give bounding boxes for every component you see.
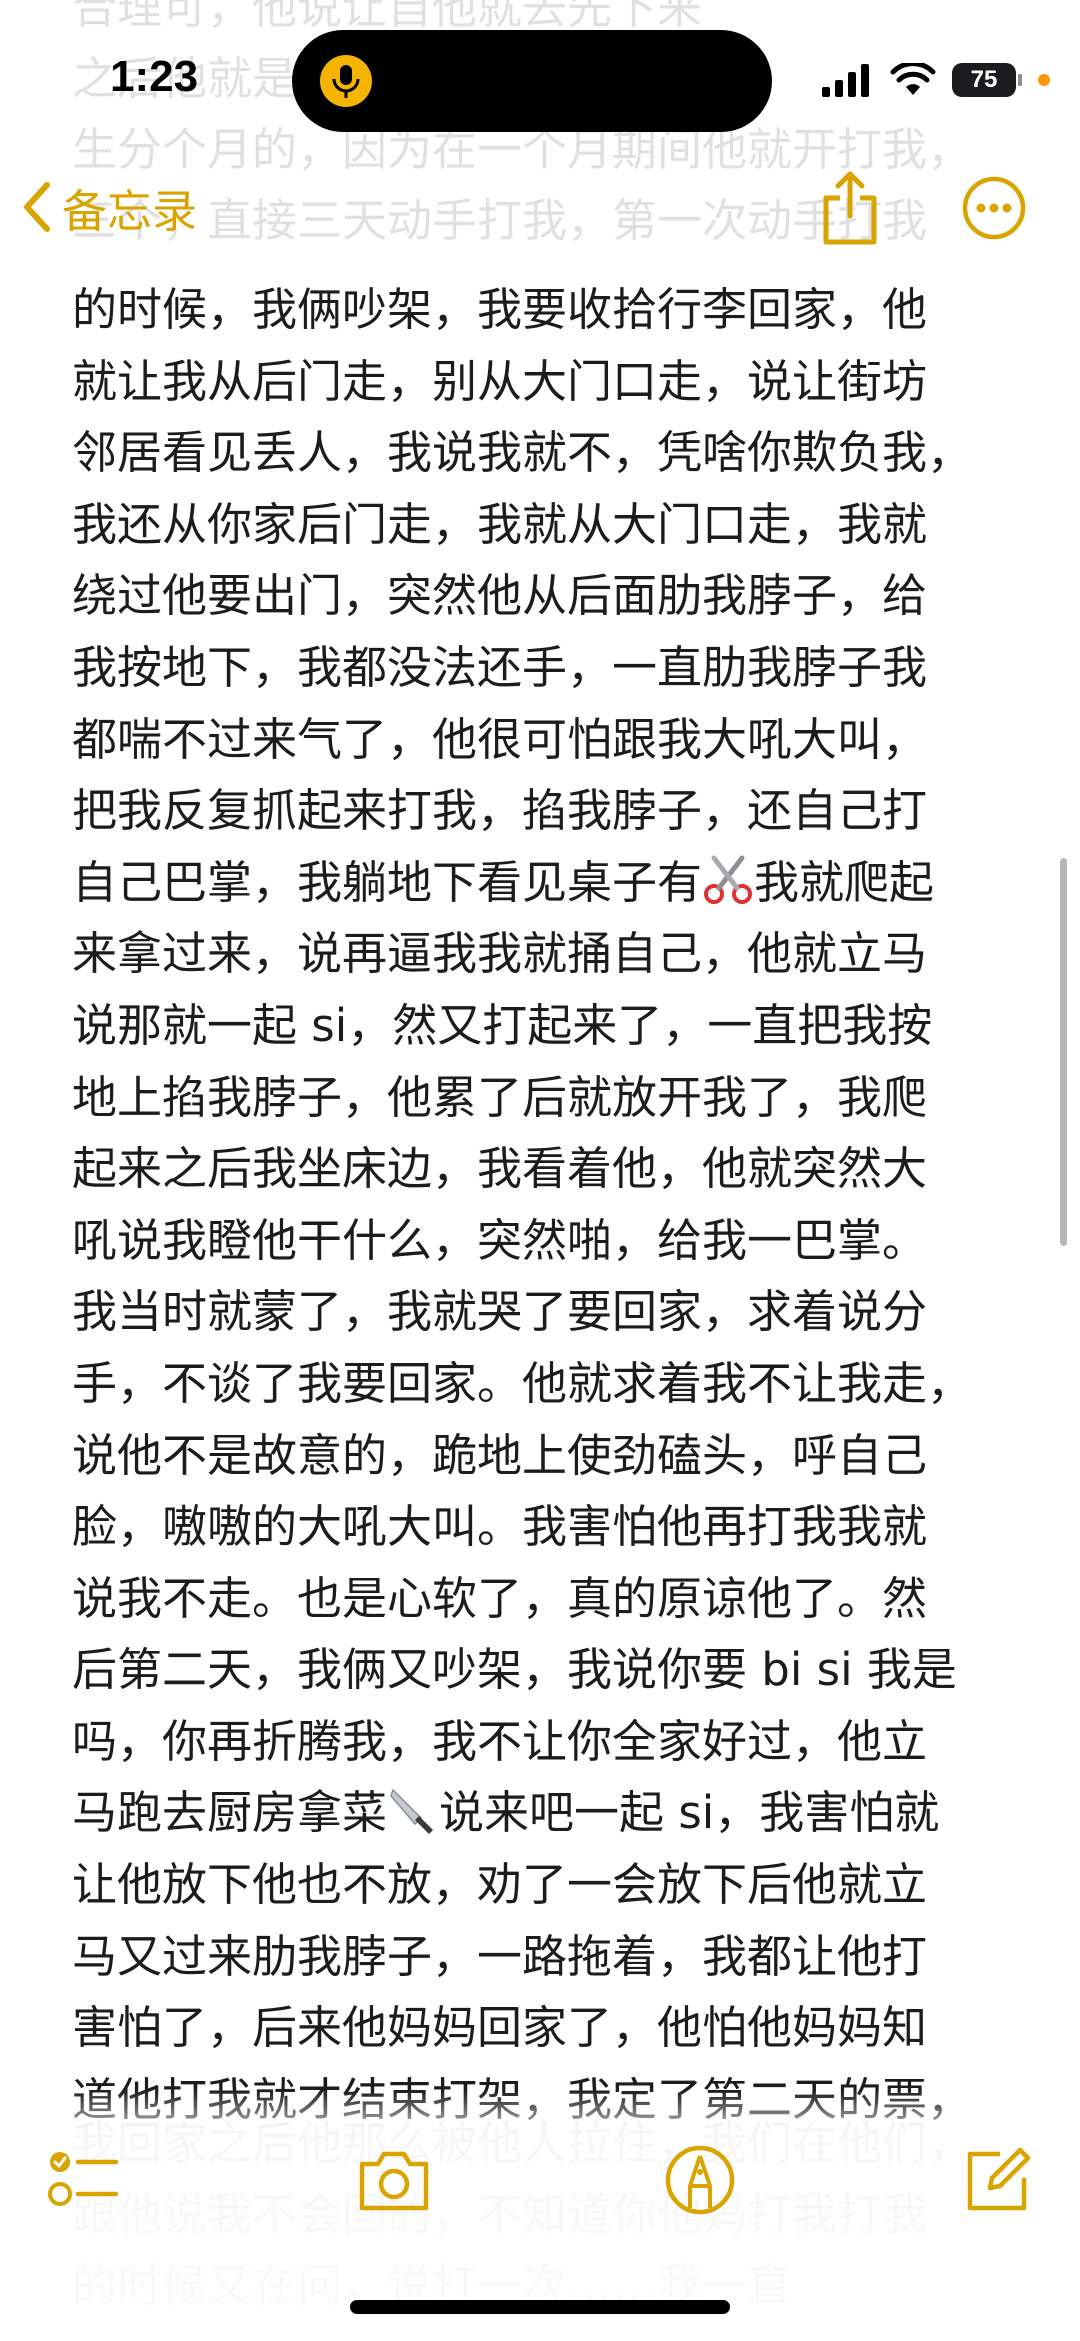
scroll-indicator[interactable] [1060, 858, 1067, 1246]
more-options-icon[interactable] [962, 176, 1026, 240]
note-line-text: 让他放下他也不放，劝了一会放下后他就立 [72, 1858, 928, 1912]
privacy-indicator-dot [1038, 74, 1050, 86]
note-line: 让他放下他也不放，劝了一会放下后他就立 [72, 1849, 1012, 1921]
note-line: 邻居看见丢人，我说我就不，凭啥你欺负我， [72, 417, 1012, 489]
note-line-text: 害怕了，后来他妈妈回家了，他怕他妈妈知 [72, 2001, 928, 2055]
note-line-text: 吼说我瞪他干什么，突然啪，给我一巴掌。 [72, 1213, 928, 1267]
note-line: 吼说我瞪他干什么，突然啪，给我一巴掌。 [72, 1205, 1012, 1277]
home-indicator[interactable] [350, 2300, 730, 2314]
note-line: 我按地下，我都没法还手，一直肋我脖子我 [72, 632, 1012, 704]
status-time: 1:23 [110, 52, 199, 101]
note-line-text: 都喘不过来气了，他很可怕跟我大吼大叫， [72, 712, 928, 766]
cellular-signal-icon [822, 64, 869, 97]
status-indicators: 75 [822, 58, 1050, 102]
note-line: 我当时就蒙了，我就哭了要回家，求着说分 [72, 1276, 1012, 1348]
compose-icon[interactable] [960, 2142, 1036, 2218]
note-line-text: 说我不走。也是心软了，真的原谅他了。然 [72, 1571, 928, 1625]
note-line-text: 马又过来肋我脖子，一路拖着，我都让他打 [72, 1929, 928, 1983]
note-line-text: 脸，嗷嗷的大吼大叫。我害怕他再打我我就 [72, 1500, 928, 1554]
note-line-text: 就让我从后门走，别从大门口走，说让街坊 [72, 354, 928, 408]
battery-indicator: 75 [952, 63, 1016, 97]
note-line-text: 来拿过来，说再逼我我就捅自己，他就立马 [72, 927, 928, 981]
back-label: 备忘录 [62, 184, 198, 238]
note-line-text: 手，不谈了我要回家。他就求着我不让我走， [72, 1356, 973, 1410]
note-line-text: 起来之后我坐床边，我看着他，他就突然大 [72, 1142, 928, 1196]
note-line-text: 的时候，我俩吵架，我要收拾行李回家，他 [72, 283, 928, 336]
markup-pen-icon[interactable] [662, 2142, 738, 2218]
note-line: 手，不谈了我要回家。他就求着我不让我走， [72, 1348, 1012, 1420]
back-button[interactable]: 备忘录 [22, 172, 197, 242]
note-line-text: 自己巴掌，我躺地下看见桌子有 [72, 855, 703, 909]
note-line-text: 我按地下，我都没法还手，一直肋我脖子我 [72, 640, 928, 694]
checklist-icon[interactable] [46, 2142, 122, 2218]
battery-percentage: 75 [970, 66, 998, 93]
note-line: 来拿过来，说再逼我我就捅自己，他就立马 [72, 918, 1012, 990]
note-line-text: 说来吧一起 si，我害怕就 [439, 1786, 940, 1840]
note-body[interactable]: 的时候，我俩吵架，我要收拾行李回家，他 就让我从后门走，别从大门口走，说让街坊 邻居… [72, 274, 1012, 2135]
note-line: 说他不是故意的，跪地上使劲磕头，呼自己 [72, 1420, 1012, 1492]
note-line-text: 邻居看见丢人，我说我就不，凭啥你欺负我， [72, 426, 973, 480]
note-line: 起来之后我坐床边，我看着他，他就突然大 [72, 1133, 1012, 1205]
note-line: 马跑去厨房拿菜 说来吧一起 si，我害怕就 [72, 1777, 1012, 1849]
battery-nub [1018, 74, 1022, 86]
note-line: 绕过他要出门，突然他从后面肋我脖子，给 [72, 560, 1012, 632]
chevron-left-icon [24, 182, 50, 232]
share-icon[interactable] [818, 170, 882, 246]
note-line: 害怕了，后来他妈妈回家了，他怕他妈妈知 [72, 1992, 1012, 2064]
wifi-icon [890, 63, 936, 95]
note-line: 地上掐我脖子，他累了后就放开我了，我爬 [72, 1062, 1012, 1134]
camera-icon[interactable] [356, 2142, 432, 2218]
note-line-text: 绕过他要出门，突然他从后面肋我脖子，给 [72, 569, 928, 623]
note-line: 说那就一起 si，然又打起来了，一直把我按 [72, 990, 1012, 1062]
dynamic-island [292, 30, 772, 132]
scissors-emoji-icon [704, 855, 753, 904]
note-line: 我还从你家后门走，我就从大门口走，我就 [72, 489, 1012, 561]
note-line: 后第二天，我俩又吵架，我说你要 bi si 我是 [72, 1634, 1012, 1706]
note-line-text: 后第二天，我俩又吵架，我说你要 bi si 我是 [72, 1643, 957, 1697]
note-line-text: 我就爬起 [754, 855, 935, 909]
note-line: 都喘不过来气了，他很可怕跟我大吼大叫， [72, 704, 1012, 776]
microphone-icon [320, 55, 372, 107]
note-line: 吗，你再折腾我，我不让你全家好过，他立 [72, 1706, 1012, 1778]
note-line-text: 地上掐我脖子，他累了后就放开我了，我爬 [72, 1070, 928, 1124]
note-line-text: 把我反复抓起来打我，掐我脖子，还自己打 [72, 784, 928, 838]
kitchen-knife-emoji-icon [390, 1789, 434, 1835]
note-line: 脸，嗷嗷的大吼大叫。我害怕他再打我我就 [72, 1491, 1012, 1563]
note-line: 马又过来肋我脖子，一路拖着，我都让他打 [72, 1921, 1012, 1993]
note-line-text: 我还从你家后门走，我就从大门口走，我就 [72, 497, 928, 551]
note-line: 就让我从后门走，别从大门口走，说让街坊 [72, 346, 1012, 418]
note-line: 说我不走。也是心软了，真的原谅他了。然 [72, 1563, 1012, 1635]
note-line: 的时候，我俩吵架，我要收拾行李回家，他 [72, 274, 1012, 346]
note-line-text: 说他不是故意的，跪地上使劲磕头，呼自己 [72, 1428, 928, 1482]
note-line-text: 马跑去厨房拿菜 [72, 1786, 388, 1840]
note-line-text: 吗，你再折腾我，我不让你全家好过，他立 [72, 1714, 928, 1768]
note-line-text: 说那就一起 si，然又打起来了，一直把我按 [72, 998, 933, 1052]
note-line-text: 我当时就蒙了，我就哭了要回家，求着说分 [72, 1285, 928, 1339]
note-line: 把我反复抓起来打我，掐我脖子，还自己打 [72, 775, 1012, 847]
note-line: 自己巴掌，我躺地下看见桌子有 我就爬起 [72, 847, 1012, 919]
